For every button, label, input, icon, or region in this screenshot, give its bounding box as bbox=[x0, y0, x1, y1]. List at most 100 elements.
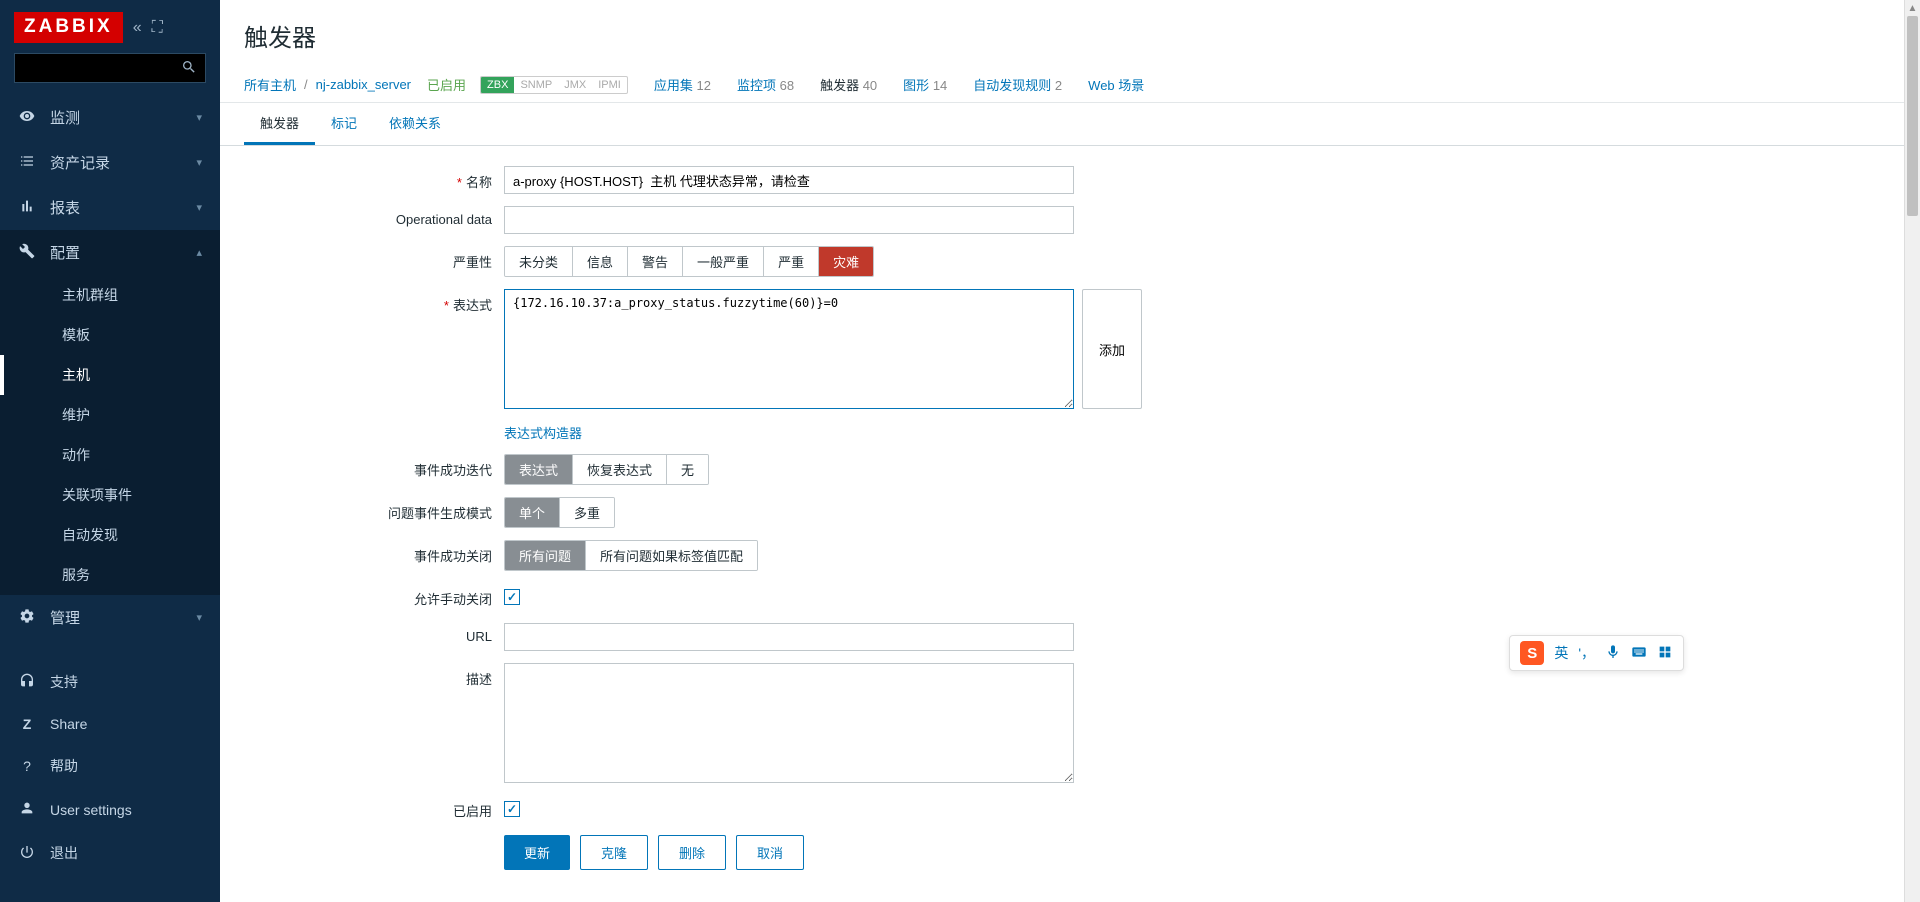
okclose-all[interactable]: 所有问题 bbox=[505, 541, 586, 570]
subnav-maintenance[interactable]: 维护 bbox=[0, 395, 220, 435]
bc-all-hosts[interactable]: 所有主机 bbox=[244, 75, 296, 94]
question-icon: ? bbox=[18, 758, 36, 774]
filter-items[interactable]: 监控项 68 bbox=[737, 75, 794, 94]
subnav-discovery[interactable]: 自动发现 bbox=[0, 515, 220, 555]
logo[interactable]: ZABBIX bbox=[14, 12, 123, 43]
severity-disaster[interactable]: 灾难 bbox=[819, 247, 873, 276]
subnav-templates[interactable]: 模板 bbox=[0, 315, 220, 355]
label-severity: 严重性 bbox=[244, 246, 504, 271]
subnav-actions[interactable]: 动作 bbox=[0, 435, 220, 475]
bc-host[interactable]: nj-zabbix_server bbox=[316, 77, 411, 92]
ime-bar[interactable]: S 英 '， bbox=[1509, 635, 1684, 671]
ime-grid-icon[interactable] bbox=[1657, 644, 1673, 663]
checkbox-manualclose[interactable] bbox=[504, 589, 520, 605]
severity-information[interactable]: 信息 bbox=[573, 247, 628, 276]
ime-lang[interactable]: 英 bbox=[1554, 643, 1568, 663]
ime-logo-icon: S bbox=[1520, 641, 1544, 665]
filter-applications[interactable]: 应用集 12 bbox=[654, 75, 711, 94]
subnav-configuration: 主机群组 模板 主机 维护 动作 关联项事件 自动发现 服务 bbox=[0, 275, 220, 595]
scrollbar[interactable]: ▲ bbox=[1904, 0, 1920, 902]
search-wrap bbox=[0, 53, 220, 95]
headset-icon bbox=[18, 673, 36, 692]
eye-icon bbox=[18, 108, 36, 128]
tab-tags[interactable]: 标记 bbox=[315, 103, 373, 145]
action-buttons: 更新 克隆 删除 取消 bbox=[504, 835, 1880, 870]
checkbox-enabled[interactable] bbox=[504, 801, 520, 817]
tabs: 触发器 标记 依赖关系 bbox=[220, 103, 1904, 146]
nav-administration[interactable]: 管理 ▾ bbox=[0, 595, 220, 640]
nav-inventory[interactable]: 资产记录 ▾ bbox=[0, 140, 220, 185]
nav-monitoring[interactable]: 监测 ▾ bbox=[0, 95, 220, 140]
sidebar: ZABBIX « ⛶ 监测 ▾ 资产记录 ▾ 报表 ▾ bbox=[0, 0, 220, 902]
ime-punct-icon[interactable]: '， bbox=[1578, 643, 1595, 663]
scroll-thumb[interactable] bbox=[1907, 16, 1918, 216]
severity-notclassified[interactable]: 未分类 bbox=[505, 247, 573, 276]
bottom-support[interactable]: 支持 bbox=[0, 660, 220, 704]
clone-button[interactable]: 克隆 bbox=[580, 835, 648, 870]
subnav-correlation[interactable]: 关联项事件 bbox=[0, 475, 220, 515]
search-input[interactable] bbox=[23, 61, 181, 75]
add-expression-button[interactable]: 添加 bbox=[1082, 289, 1142, 409]
nav-reports[interactable]: 报表 ▾ bbox=[0, 185, 220, 230]
severity-average[interactable]: 一般严重 bbox=[683, 247, 764, 276]
chevron-down-icon: ▾ bbox=[196, 201, 202, 214]
ime-mic-icon[interactable] bbox=[1605, 644, 1621, 663]
okevent-group: 表达式 恢复表达式 无 bbox=[504, 454, 709, 485]
fullscreen-icon[interactable]: ⛶ bbox=[152, 19, 163, 37]
bottom-logout[interactable]: 退出 bbox=[0, 831, 220, 875]
label-opdata: Operational data bbox=[244, 206, 504, 227]
okevent-recovery[interactable]: 恢复表达式 bbox=[573, 455, 667, 484]
page-header: 触发器 bbox=[220, 0, 1904, 67]
label-url: URL bbox=[244, 623, 504, 644]
subnav-hostgroups[interactable]: 主机群组 bbox=[0, 275, 220, 315]
textarea-expression[interactable]: {172.16.10.37:a_proxy_status.fuzzytime(6… bbox=[504, 289, 1074, 409]
scroll-up-icon[interactable]: ▲ bbox=[1905, 0, 1920, 16]
okevent-expression[interactable]: 表达式 bbox=[505, 455, 573, 484]
delete-button[interactable]: 删除 bbox=[658, 835, 726, 870]
problemmode-multiple[interactable]: 多重 bbox=[560, 498, 614, 527]
tab-dependencies[interactable]: 依赖关系 bbox=[373, 103, 457, 145]
label-okevent: 事件成功迭代 bbox=[244, 454, 504, 479]
tab-trigger[interactable]: 触发器 bbox=[244, 103, 315, 145]
label-problemmode: 问题事件生成模式 bbox=[244, 497, 504, 522]
user-icon bbox=[18, 800, 36, 819]
chevron-down-icon: ▾ bbox=[196, 156, 202, 169]
ime-keyboard-icon[interactable] bbox=[1631, 644, 1647, 663]
input-url[interactable] bbox=[504, 623, 1074, 651]
input-opdata[interactable] bbox=[504, 206, 1074, 234]
cancel-button[interactable]: 取消 bbox=[736, 835, 804, 870]
search-box[interactable] bbox=[14, 53, 206, 83]
breadcrumb-row: 所有主机 / nj-zabbix_server 已启用 ZBX SNMP JMX… bbox=[220, 67, 1904, 103]
filter-graphs[interactable]: 图形 14 bbox=[903, 75, 947, 94]
bottom-share[interactable]: Z Share bbox=[0, 704, 220, 744]
bottom-usersettings[interactable]: User settings bbox=[0, 788, 220, 831]
expression-constructor-link[interactable]: 表达式构造器 bbox=[504, 426, 582, 441]
label-okclose: 事件成功关闭 bbox=[244, 540, 504, 565]
filter-triggers[interactable]: 触发器 40 bbox=[820, 75, 877, 94]
chevron-up-icon: ▴ bbox=[196, 246, 202, 259]
severity-high[interactable]: 严重 bbox=[764, 247, 819, 276]
subnav-hosts[interactable]: 主机 bbox=[0, 355, 220, 395]
bottom-help[interactable]: ? 帮助 bbox=[0, 744, 220, 788]
search-icon[interactable] bbox=[181, 59, 197, 78]
collapse-icon[interactable]: « bbox=[133, 19, 142, 37]
power-icon bbox=[18, 844, 36, 863]
z-icon: Z bbox=[18, 716, 36, 732]
sidebar-bottom: 支持 Z Share ? 帮助 User settings 退出 bbox=[0, 660, 220, 875]
nav-configuration[interactable]: 配置 ▴ bbox=[0, 230, 220, 275]
okclose-tagmatch[interactable]: 所有问题如果标签值匹配 bbox=[586, 541, 757, 570]
list-icon bbox=[18, 153, 36, 173]
problemmode-group: 单个 多重 bbox=[504, 497, 615, 528]
subnav-services[interactable]: 服务 bbox=[0, 555, 220, 595]
okevent-none[interactable]: 无 bbox=[667, 455, 708, 484]
severity-warning[interactable]: 警告 bbox=[628, 247, 683, 276]
update-button[interactable]: 更新 bbox=[504, 835, 570, 870]
chevron-down-icon: ▾ bbox=[196, 611, 202, 624]
problemmode-single[interactable]: 单个 bbox=[505, 498, 560, 527]
textarea-desc[interactable] bbox=[504, 663, 1074, 783]
label-expression: *表达式 bbox=[244, 289, 504, 314]
filter-discovery[interactable]: 自动发现规则 2 bbox=[973, 75, 1062, 94]
sidebar-top: ZABBIX « ⛶ bbox=[0, 0, 220, 53]
input-name[interactable] bbox=[504, 166, 1074, 194]
filter-web[interactable]: Web 场景 bbox=[1088, 75, 1144, 94]
